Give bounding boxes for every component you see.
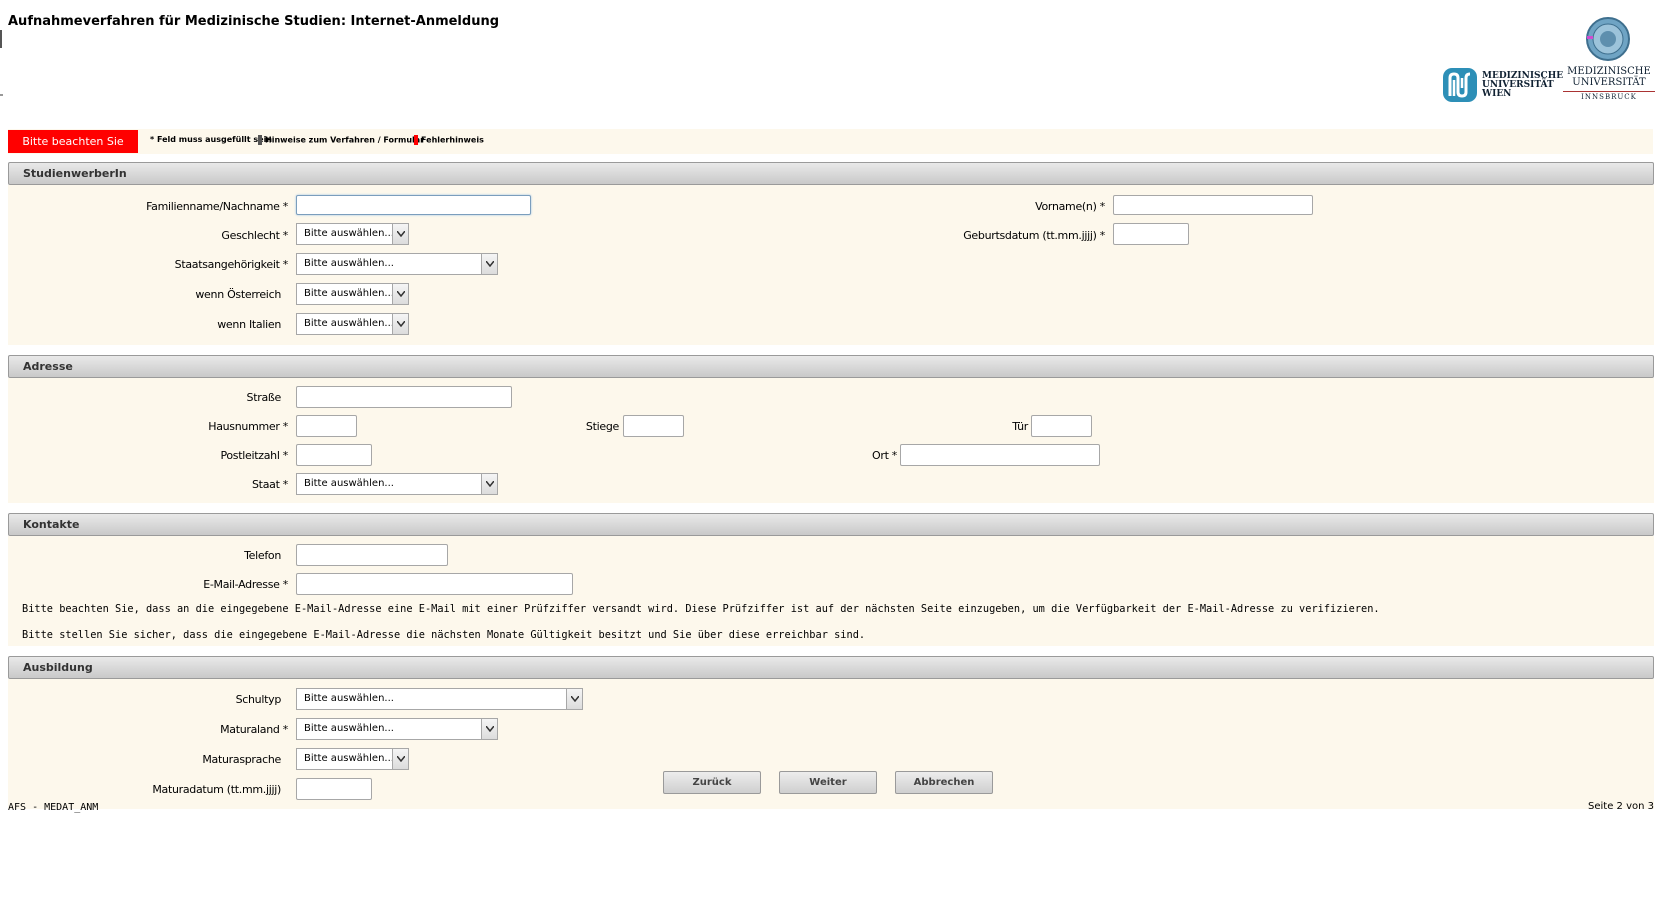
select-value: Bitte auswählen... <box>304 258 394 269</box>
chevron-down-icon[interactable] <box>481 254 497 274</box>
select-value: Bitte auswählen... <box>304 288 394 299</box>
meduni-innsbruck-logo: MEDIZINISCHE UNIVERSITÄT INNSBRUCK <box>1563 16 1655 104</box>
strasse-input[interactable] <box>296 386 512 408</box>
label-vorname: Vorname(n) * <box>1035 200 1105 213</box>
chevron-down-icon[interactable] <box>392 224 408 244</box>
logo-line: MEDIZINISCHE <box>1567 66 1651 77</box>
label-wenn-oesterreich: wenn Österreich <box>195 288 281 301</box>
next-button[interactable]: Weiter <box>779 771 877 794</box>
vorname-input[interactable] <box>1113 195 1313 215</box>
back-button[interactable]: Zurück <box>663 771 761 794</box>
email-hint-verification: Bitte beachten Sie, dass an die eingegeb… <box>22 603 1380 615</box>
select-value: Bitte auswählen... <box>304 228 394 239</box>
meduni-wien-logo-mark-icon <box>1443 68 1477 102</box>
postleitzahl-input[interactable] <box>296 444 372 466</box>
geschlecht-select[interactable]: Bitte auswählen... <box>296 223 409 245</box>
hausnummer-input[interactable] <box>296 415 357 437</box>
section-adresse: Straße Hausnummer * Stiege Tür Postleitz… <box>8 378 1654 503</box>
email-hint-validity: Bitte stellen Sie sicher, dass die einge… <box>22 629 866 641</box>
meduni-wien-logo-text: MEDIZINISCHE UNIVERSITÄT WIEN <box>1482 72 1563 99</box>
familienname-input[interactable] <box>296 195 531 215</box>
label-familienname: Familienname/Nachname * <box>146 200 288 213</box>
logo-line: WIEN <box>1482 89 1512 99</box>
staat-select[interactable]: Bitte auswählen... <box>296 473 498 495</box>
geburtsdatum-input[interactable] <box>1113 223 1189 245</box>
chevron-down-icon[interactable] <box>566 689 582 709</box>
legend-hint[interactable]: Hinweise zum Verfahren / Formular <box>258 135 424 145</box>
schultyp-select[interactable]: Bitte auswählen... <box>296 688 583 710</box>
page-indicator: Seite 2 von 3 <box>1588 801 1654 812</box>
ort-input[interactable] <box>900 444 1100 466</box>
italien-select[interactable]: Bitte auswählen... <box>296 313 409 335</box>
label-strasse: Straße <box>246 391 282 404</box>
chevron-down-icon[interactable] <box>392 284 408 304</box>
footer-app-id: AFS - MEDAT_ANM <box>8 802 99 813</box>
tuer-input[interactable] <box>1031 415 1092 437</box>
select-value: Bitte auswählen... <box>304 478 394 489</box>
page-title: Aufnahmeverfahren für Medizinische Studi… <box>8 14 500 29</box>
label-maturasprache: Maturasprache <box>202 753 281 766</box>
oesterreich-select[interactable]: Bitte auswählen... <box>296 283 409 305</box>
email-input[interactable] <box>296 573 573 595</box>
telefon-input[interactable] <box>296 544 448 566</box>
label-hausnummer: Hausnummer * <box>208 420 288 433</box>
label-schultyp: Schultyp <box>235 693 282 706</box>
maturadatum-input[interactable] <box>296 778 372 800</box>
section-kontakte: Telefon E-Mail-Adresse * Bitte beachten … <box>8 536 1654 646</box>
section-header-ausbildung: Ausbildung <box>8 656 1654 679</box>
section-header-studienwerber: StudienwerberIn <box>8 162 1654 185</box>
stiege-input[interactable] <box>623 415 684 437</box>
label-tuer: Tür <box>1012 420 1028 433</box>
section-header-adresse: Adresse <box>8 355 1654 378</box>
section-studienwerber: Familienname/Nachname * Vorname(n) * Ges… <box>8 185 1654 345</box>
left-edge-marker <box>0 30 4 48</box>
chevron-down-icon[interactable] <box>481 719 497 739</box>
label-staat: Staat * <box>252 478 288 491</box>
label-maturadatum: Maturadatum (tt.mm.jjjj) <box>152 783 281 796</box>
meduni-innsbruck-logo-city: INNSBRUCK <box>1563 91 1655 101</box>
label-geburtsdatum: Geburtsdatum (tt.mm.jjjj) * <box>963 229 1105 242</box>
logo-line: UNIVERSITÄT <box>1572 77 1646 88</box>
maturasprache-select[interactable]: Bitte auswählen... <box>296 748 409 770</box>
staatsangehoerigkeit-select[interactable]: Bitte auswählen... <box>296 253 498 275</box>
label-geschlecht: Geschlecht * <box>221 229 288 242</box>
chevron-down-icon[interactable] <box>392 314 408 334</box>
label-stiege: Stiege <box>585 420 619 433</box>
label-email: E-Mail-Adresse * <box>203 578 288 591</box>
select-value: Bitte auswählen... <box>304 318 394 329</box>
left-edge-marker <box>0 94 3 96</box>
hint-icon <box>258 135 262 145</box>
university-seal-icon <box>1586 17 1630 61</box>
section-header-kontakte: Kontakte <box>8 513 1654 536</box>
select-value: Bitte auswählen... <box>304 693 394 704</box>
legend-hint-label: Hinweise zum Verfahren / Formular <box>265 135 425 145</box>
label-maturaland: Maturaland * <box>220 723 288 736</box>
label-staatsangehoerigkeit: Staatsangehörigkeit * <box>174 258 289 271</box>
chevron-down-icon[interactable] <box>392 749 408 769</box>
meduni-innsbruck-logo-text: MEDIZINISCHE UNIVERSITÄT <box>1563 66 1655 88</box>
chevron-down-icon[interactable] <box>481 474 497 494</box>
select-value: Bitte auswählen... <box>304 753 394 764</box>
label-telefon: Telefon <box>244 549 281 562</box>
maturaland-select[interactable]: Bitte auswählen... <box>296 718 498 740</box>
legend-required: * Feld muss ausgefüllt sein <box>150 135 273 144</box>
label-ort: Ort * <box>872 449 897 462</box>
legend-error-label: Fehlerhinweis <box>421 135 484 145</box>
cancel-button[interactable]: Abbrechen <box>895 771 993 794</box>
legend-bar: Bitte beachten Sie * Feld muss ausgefüll… <box>8 129 1653 154</box>
meduni-wien-logo: MEDIZINISCHE UNIVERSITÄT WIEN <box>1442 66 1563 104</box>
notice-button[interactable]: Bitte beachten Sie <box>8 130 138 153</box>
select-value: Bitte auswählen... <box>304 723 394 734</box>
error-icon <box>414 135 418 145</box>
legend-error[interactable]: Fehlerhinweis <box>414 135 484 145</box>
label-wenn-italien: wenn Italien <box>217 318 281 331</box>
label-postleitzahl: Postleitzahl * <box>220 449 288 462</box>
